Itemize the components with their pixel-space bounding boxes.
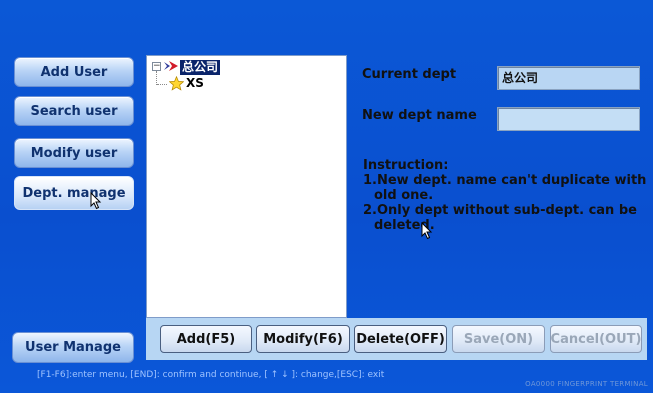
instruction-text: Instruction: 1.New dept. name can't dupl…	[363, 158, 648, 233]
cancel-button-label: Cancel(OUT)	[550, 331, 642, 347]
search-user-label: Search user	[30, 103, 118, 119]
mouse-cursor-icon	[90, 192, 102, 210]
current-dept-field: 总公司	[497, 66, 640, 90]
delete-button[interactable]: Delete(OFF)	[354, 325, 447, 353]
tree-connector	[156, 71, 157, 85]
search-user-button[interactable]: Search user	[14, 96, 134, 126]
star-icon	[169, 76, 184, 91]
add-button[interactable]: Add(F5)	[160, 325, 252, 353]
brand-text: OA0000 FINGERPRINT TERMINAL	[525, 380, 648, 388]
user-manage-button[interactable]: User Manage	[12, 332, 134, 363]
modify-user-label: Modify user	[30, 145, 118, 161]
mouse-cursor-icon-2	[421, 222, 433, 240]
add-user-label: Add User	[40, 64, 108, 80]
modify-button[interactable]: Modify(F6)	[256, 325, 350, 353]
instruction-title: Instruction:	[363, 158, 449, 173]
modify-button-label: Modify(F6)	[263, 331, 343, 347]
status-help-text: [F1-F6]:enter menu, [END]: confirm and c…	[37, 370, 385, 380]
cancel-button[interactable]: Cancel(OUT)	[550, 325, 642, 353]
user-manage-label: User Manage	[25, 340, 121, 355]
delete-button-label: Delete(OFF)	[356, 331, 445, 347]
instruction-line-2: 2.Only dept without sub-dept. can be	[363, 203, 637, 218]
dept-manage-button[interactable]: Dept. manage	[14, 176, 134, 210]
tree-node-xs[interactable]: XS	[186, 76, 204, 91]
new-dept-name-label: New dept name	[362, 108, 477, 123]
save-button-label: Save(ON)	[463, 331, 534, 347]
new-dept-name-input[interactable]	[497, 107, 640, 131]
dept-tree[interactable]: − 总公司 XS	[146, 55, 347, 318]
add-user-button[interactable]: Add User	[14, 57, 134, 87]
modify-user-button[interactable]: Modify user	[14, 138, 134, 168]
root-arrow-icon	[164, 61, 178, 71]
add-button-label: Add(F5)	[176, 331, 236, 347]
save-button[interactable]: Save(ON)	[452, 325, 545, 353]
current-dept-label: Current dept	[362, 67, 457, 82]
tree-collapse-toggle[interactable]: −	[152, 62, 161, 71]
instruction-line-1: 1.New dept. name can't duplicate with	[363, 173, 647, 188]
instruction-line-1b: old one.	[374, 188, 434, 203]
dept-manage-label: Dept. manage	[22, 185, 126, 201]
instruction-line-2b: deleted.	[374, 218, 435, 233]
tree-connector-branch	[157, 84, 167, 85]
tree-node-root[interactable]: 总公司	[180, 60, 221, 75]
